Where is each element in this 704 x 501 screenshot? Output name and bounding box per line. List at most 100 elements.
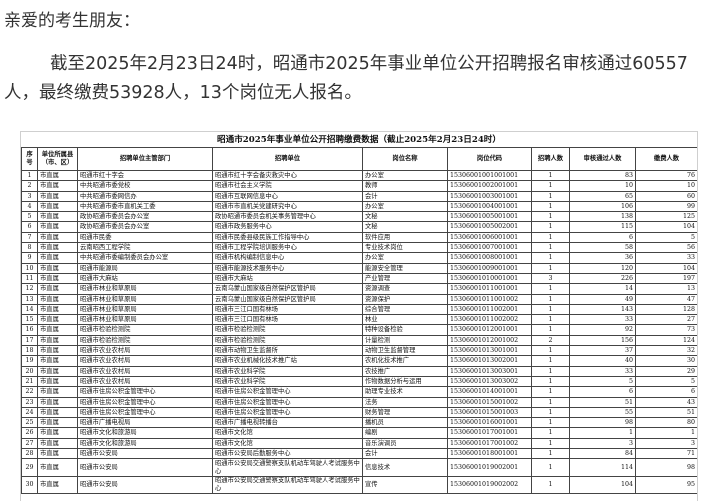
cell-seq: 21 [21,375,38,388]
cell-quota: 1 [531,365,570,377]
cell-dept: 昭通市林业和草原局 [77,314,213,326]
cell-county: 市直属 [37,180,78,192]
cell-unit: 昭通市农业科学院 [212,365,363,377]
cell-quota: 1 [531,406,570,419]
cell-quota: 1 [531,345,570,357]
cell-position: 财务管理 [362,406,448,419]
cell-seq: 25 [21,417,38,429]
cell-unit: 昭通市工程学院培训服务中心 [212,242,363,254]
cell-dept: 昭通市农业农村局 [77,345,213,357]
cell-quota: 1 [531,303,570,316]
cell-code: 15306001002001001 [447,180,532,192]
cell-dept: 政协昭通市委员会办公室 [77,211,213,223]
header-quota: 招聘人数 [531,147,570,171]
cell-code: 15306001003001001 [447,190,532,202]
cell-quota: 1 [531,293,570,305]
cell-county: 市直属 [37,324,78,336]
cell-position: 会计 [362,190,448,202]
cell-quota: 1 [531,386,570,398]
table-row: 2 市直属 中共昭通市委党校 昭通市社会主义学院 教师 15306001002001001… [21,180,697,192]
cell-approved: 143 [569,303,636,316]
cell-seq: 24 [21,406,38,419]
cell-county: 市直属 [37,437,78,450]
cell-quota: 1 [531,417,570,429]
cell-code: 15306001017001002 [447,437,532,450]
cell-paid: 99 [635,200,697,213]
table-row: 20 市直属 昭通市农业农村局 昭通市农业科学院 农技推广 153060010130030… [21,365,697,377]
header-paid: 缴费人数 [635,147,697,171]
table-row: 18 市直属 昭通市农业农村局 昭通市动物卫生监督所 动物卫生监督管理 153060010… [21,345,697,357]
cell-county: 市直属 [37,221,78,233]
cell-dept: 云南昭西工程学院 [77,242,213,254]
cell-position: 林业 [362,314,448,326]
table-row: 1 市直属 昭通市红十字会 昭通市红十字会备灾救灾中心 办公室 1530600100100… [21,169,697,182]
cell-quota: 1 [531,375,570,388]
cell-county: 市直属 [37,427,78,439]
cell-seq: 13 [21,293,38,305]
cell-paid: 30 [635,355,697,367]
cell-code: 15306001011002001 [447,303,532,316]
cell-position: 信息技术 [362,458,448,477]
cell-approved: 120 [569,262,636,274]
cell-dept: 昭通市林业和草原局 [77,283,213,295]
cell-seq: 17 [21,334,38,347]
table-row: 25 市直属 昭通市广播电视局 昭通市广播电视转播台 播机员 15306001016001… [21,417,697,429]
cell-approved: 106 [569,200,636,213]
cell-seq: 11 [21,272,38,285]
cell-quota: 3 [531,272,570,285]
cell-position: 资源保护 [362,293,448,305]
cell-unit: 昭通市检验检测院 [212,334,363,347]
cell-county: 市直属 [37,355,78,367]
cell-unit: 昭通市农业科学院 [212,375,363,388]
payment-data-table: 序号 单位所属县（市、区） 招聘单位主管部门 招聘单位 岗位名称 岗位代码 招聘… [21,147,697,495]
cell-paid: 56 [635,242,697,254]
cell-approved: 49 [569,293,636,305]
cell-code: 15306001014001001 [447,386,532,398]
table-row: 23 市直属 昭通市住房公积金管理中心 昭通市住房公积金管理中心 法务 153060010… [21,396,697,408]
cell-county: 市直属 [37,345,78,357]
cell-paid: 104 [635,221,697,233]
cell-dept: 中共昭通市委市直机关工委 [77,200,213,213]
table-row: 19 市直属 昭通市农业农村局 昭通市农业机械化技术推广站 农机化技术推广 1530600… [21,355,697,367]
cell-dept: 昭通市林业和草原局 [77,293,213,305]
header-dept: 招聘单位主管部门 [77,147,213,171]
cell-seq: 3 [21,190,38,202]
cell-approved: 115 [569,221,636,233]
cell-unit: 昭通市大麻站 [212,272,363,285]
cell-code: 15306001008001001 [447,252,532,264]
cell-dept: 昭通市住房公积金管理中心 [77,396,213,408]
cell-seq: 19 [21,355,38,367]
cell-code: 15306001012001001 [447,324,532,336]
cell-code: 15306001004001001 [447,200,532,213]
cell-code: 15306001013003001 [447,365,532,377]
cell-county: 市直属 [37,334,78,347]
cell-county: 市直属 [37,448,78,460]
cell-unit: 云南乌蒙山国家级自然保护区管护局 [212,283,363,295]
cell-quota: 1 [531,211,570,223]
cell-paid: 98 [635,458,697,477]
cell-approved: 14 [569,283,636,295]
greeting-text: 亲爱的考生朋友： [4,11,140,31]
cell-approved: 33 [569,314,636,326]
cell-position: 音乐演调员 [362,437,448,450]
cell-seq: 14 [21,303,38,316]
cell-code: 15306001015001002 [447,396,532,408]
cell-seq: 12 [21,283,38,295]
cell-seq: 9 [21,252,38,264]
header-seq: 序号 [21,147,38,171]
cell-dept: 昭通市公安局 [77,475,213,495]
cell-position: 作物数据分析与运用 [362,375,448,388]
cell-position: 能源安全管理 [362,262,448,274]
cell-approved: 156 [569,334,636,347]
cell-position: 办公室 [362,169,448,182]
cell-approved: 84 [569,448,636,460]
cell-county: 市直属 [37,314,78,326]
cell-code: 15306001016001001 [447,417,532,429]
cell-position: 软件应用 [362,231,448,244]
cell-seq: 5 [21,211,38,223]
cell-code: 15306001013002001 [447,355,532,367]
cell-unit: 昭通市文化馆 [212,427,363,439]
cell-seq: 1 [21,169,38,182]
cell-position: 助理专业技术 [362,386,448,398]
cell-paid: 73 [635,324,697,336]
